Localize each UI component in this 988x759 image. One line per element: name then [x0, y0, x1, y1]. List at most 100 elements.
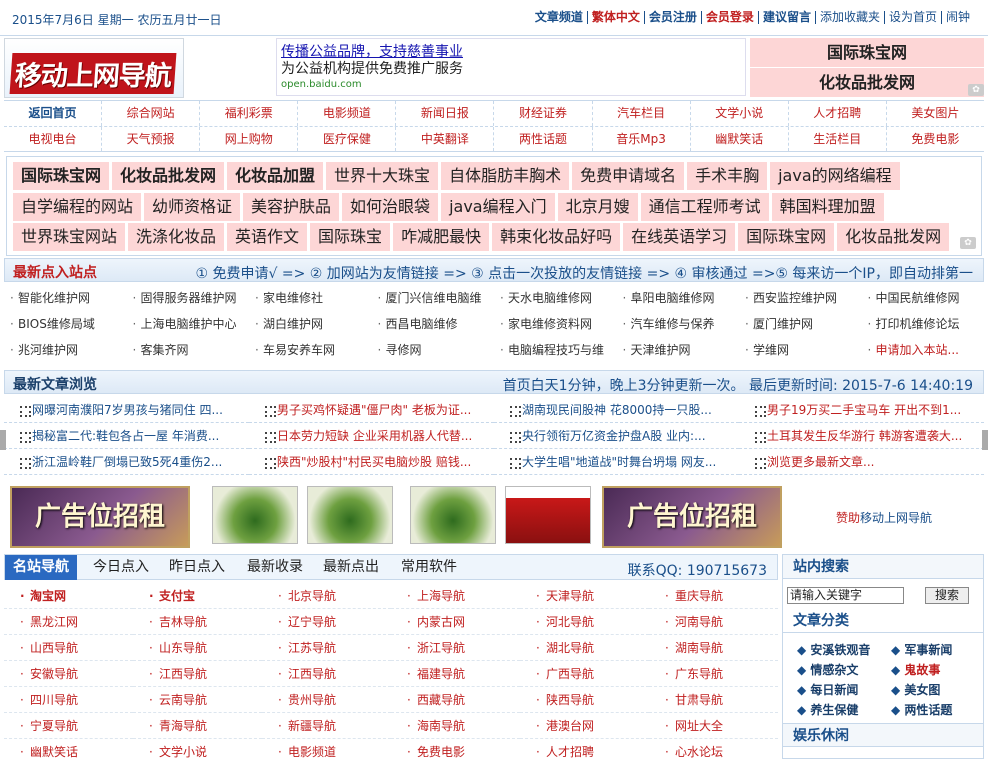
- top-link[interactable]: 会员登录: [700, 11, 758, 24]
- keyword-link[interactable]: 世界十大珠宝: [326, 162, 439, 190]
- category-link[interactable]: 军事新闻: [891, 641, 952, 658]
- nav-link[interactable]: 网上购物: [199, 127, 297, 151]
- nav-link[interactable]: 生活栏目: [787, 127, 886, 151]
- famous-site-link[interactable]: 甘肃导航: [649, 687, 778, 713]
- famous-site-link[interactable]: 免费电影: [391, 739, 520, 759]
- keyword-link[interactable]: 通信工程师考试: [640, 193, 769, 221]
- famous-site-link[interactable]: 文学小说: [133, 739, 262, 759]
- nav-link[interactable]: 医疗保健: [297, 127, 395, 151]
- famous-site-link[interactable]: 辽宁导航: [262, 609, 391, 635]
- site-link[interactable]: 电脑编程技巧与维: [494, 337, 617, 363]
- famous-site-link[interactable]: 淘宝网: [4, 583, 133, 609]
- site-link[interactable]: 汽车维修与保养: [617, 311, 740, 337]
- nav-link[interactable]: 综合网站: [101, 101, 199, 126]
- keyword-link[interactable]: 化妆品批发网: [112, 162, 225, 190]
- article-link[interactable]: 湖南现民间股神 花8000持一只股...: [494, 397, 739, 423]
- category-link[interactable]: 情感杂文: [797, 661, 858, 678]
- tab-software[interactable]: 常用软件: [393, 555, 465, 580]
- nav-link[interactable]: 两性话题: [493, 127, 591, 151]
- site-logo[interactable]: 移动上网导航: [4, 38, 184, 98]
- scroll-right-handle[interactable]: [982, 430, 988, 450]
- site-link[interactable]: 西昌电脑维修: [372, 311, 495, 337]
- famous-site-link[interactable]: 电影频道: [262, 739, 391, 759]
- keyword-link[interactable]: java的网络编程: [770, 162, 900, 190]
- keyword-link[interactable]: 咋减肥最快: [393, 223, 490, 251]
- ad-banner-right[interactable]: 广告位招租: [602, 486, 782, 548]
- site-link[interactable]: 申请加入本站...: [862, 337, 985, 363]
- keyword-link[interactable]: 手术丰胸: [687, 162, 768, 190]
- famous-site-link[interactable]: 北京导航: [262, 583, 391, 609]
- famous-site-link[interactable]: 人才招聘: [520, 739, 649, 759]
- site-link[interactable]: 厦门维护网: [739, 311, 862, 337]
- famous-site-link[interactable]: 安徽导航: [4, 661, 133, 687]
- article-link[interactable]: 日本劳力短缺 企业采用机器人代替...: [249, 423, 494, 449]
- header-ad[interactable]: 传播公益品牌，支持慈善事业 为公益机构提供免费推广服务 open.baidu.c…: [276, 38, 746, 96]
- site-link[interactable]: 家电维修社: [249, 285, 372, 311]
- nav-link[interactable]: 幽默笑话: [689, 127, 788, 151]
- famous-site-link[interactable]: 广西导航: [520, 661, 649, 687]
- famous-site-link[interactable]: 江苏导航: [262, 635, 391, 661]
- article-link[interactable]: 男子买鸡怀疑遇"僵尸肉" 老板为证...: [249, 397, 494, 423]
- site-link[interactable]: 寻修网: [372, 337, 495, 363]
- category-link[interactable]: 养生保健: [797, 701, 858, 718]
- keyword-link[interactable]: 英语作文: [227, 223, 308, 251]
- keyword-link[interactable]: 国际珠宝: [310, 223, 391, 251]
- category-link[interactable]: 两性话题: [891, 701, 952, 718]
- famous-site-link[interactable]: 重庆导航: [649, 583, 778, 609]
- keyword-link[interactable]: 在线英语学习: [623, 223, 736, 251]
- keyword-link[interactable]: 国际珠宝网: [13, 162, 110, 190]
- nav-link[interactable]: 福利彩票: [199, 101, 297, 126]
- site-link[interactable]: 兆河维护网: [4, 337, 127, 363]
- famous-site-link[interactable]: 广东导航: [649, 661, 778, 687]
- tab-today[interactable]: 今日点入: [85, 555, 157, 580]
- ad-thumb-gift[interactable]: [505, 486, 591, 544]
- famous-site-link[interactable]: 新疆导航: [262, 713, 391, 739]
- category-link[interactable]: 美女图: [891, 681, 940, 698]
- famous-site-link[interactable]: 心水论坛: [649, 739, 778, 759]
- famous-site-link[interactable]: 吉林导航: [133, 609, 262, 635]
- keyword-link[interactable]: 美容护肤品: [243, 193, 340, 221]
- site-link[interactable]: 上海电脑维护中心: [127, 311, 250, 337]
- top-link[interactable]: 文章频道: [531, 11, 587, 24]
- tab-newest[interactable]: 最新收录: [239, 555, 311, 580]
- nav-link[interactable]: 人才招聘: [787, 101, 886, 126]
- top-link[interactable]: 繁体中文: [586, 11, 644, 24]
- site-link[interactable]: 客集齐网: [127, 337, 250, 363]
- ad-banner-left[interactable]: 广告位招租: [10, 486, 190, 548]
- famous-site-link[interactable]: 河南导航: [649, 609, 778, 635]
- site-link[interactable]: 中国民航维修网: [862, 285, 985, 311]
- top-link[interactable]: 设为首页: [883, 11, 941, 24]
- famous-site-link[interactable]: 内蒙古网: [391, 609, 520, 635]
- famous-site-link[interactable]: 河北导航: [520, 609, 649, 635]
- top-link[interactable]: 会员注册: [643, 11, 701, 24]
- famous-site-link[interactable]: 湖北导航: [520, 635, 649, 661]
- keyword-link[interactable]: 自学编程的网站: [13, 193, 142, 221]
- famous-site-link[interactable]: 山东导航: [133, 635, 262, 661]
- famous-site-link[interactable]: 网址大全: [649, 713, 778, 739]
- keyword-link[interactable]: 北京月嫂: [557, 193, 638, 221]
- famous-site-link[interactable]: 天津导航: [520, 583, 649, 609]
- article-link[interactable]: 浏览更多最新文章...: [739, 449, 984, 475]
- famous-site-link[interactable]: 福建导航: [391, 661, 520, 687]
- keyword-link[interactable]: 世界珠宝网站: [13, 223, 126, 251]
- nav-link[interactable]: 返回首页: [4, 101, 101, 126]
- famous-site-link[interactable]: 上海导航: [391, 583, 520, 609]
- keyword-link[interactable]: 韩束化妆品好吗: [492, 223, 621, 251]
- famous-site-link[interactable]: 支付宝: [133, 583, 262, 609]
- site-link[interactable]: 西安监控维护网: [739, 285, 862, 311]
- famous-site-link[interactable]: 湖南导航: [649, 635, 778, 661]
- famous-site-link[interactable]: 黑龙江网: [4, 609, 133, 635]
- famous-site-link[interactable]: 浙江导航: [391, 635, 520, 661]
- search-input[interactable]: 请输入关键字: [787, 587, 904, 604]
- famous-site-link[interactable]: 云南导航: [133, 687, 262, 713]
- tab-latest-out[interactable]: 最新点出: [315, 555, 387, 580]
- top-link[interactable]: 添加收藏夹: [814, 11, 884, 24]
- site-link[interactable]: 车易安养车网: [249, 337, 372, 363]
- nav-link[interactable]: 中英翻译: [395, 127, 493, 151]
- keyword-link[interactable]: 化妆品加盟: [227, 162, 324, 190]
- category-link[interactable]: 每日新闻: [797, 681, 858, 698]
- article-link[interactable]: 揭秘富二代:鞋包各占一屋 年消费...: [4, 423, 249, 449]
- site-link[interactable]: 固得服务器维护网: [127, 285, 250, 311]
- keyword-link[interactable]: 自体脂肪丰胸术: [441, 162, 570, 190]
- famous-site-link[interactable]: 宁夏导航: [4, 713, 133, 739]
